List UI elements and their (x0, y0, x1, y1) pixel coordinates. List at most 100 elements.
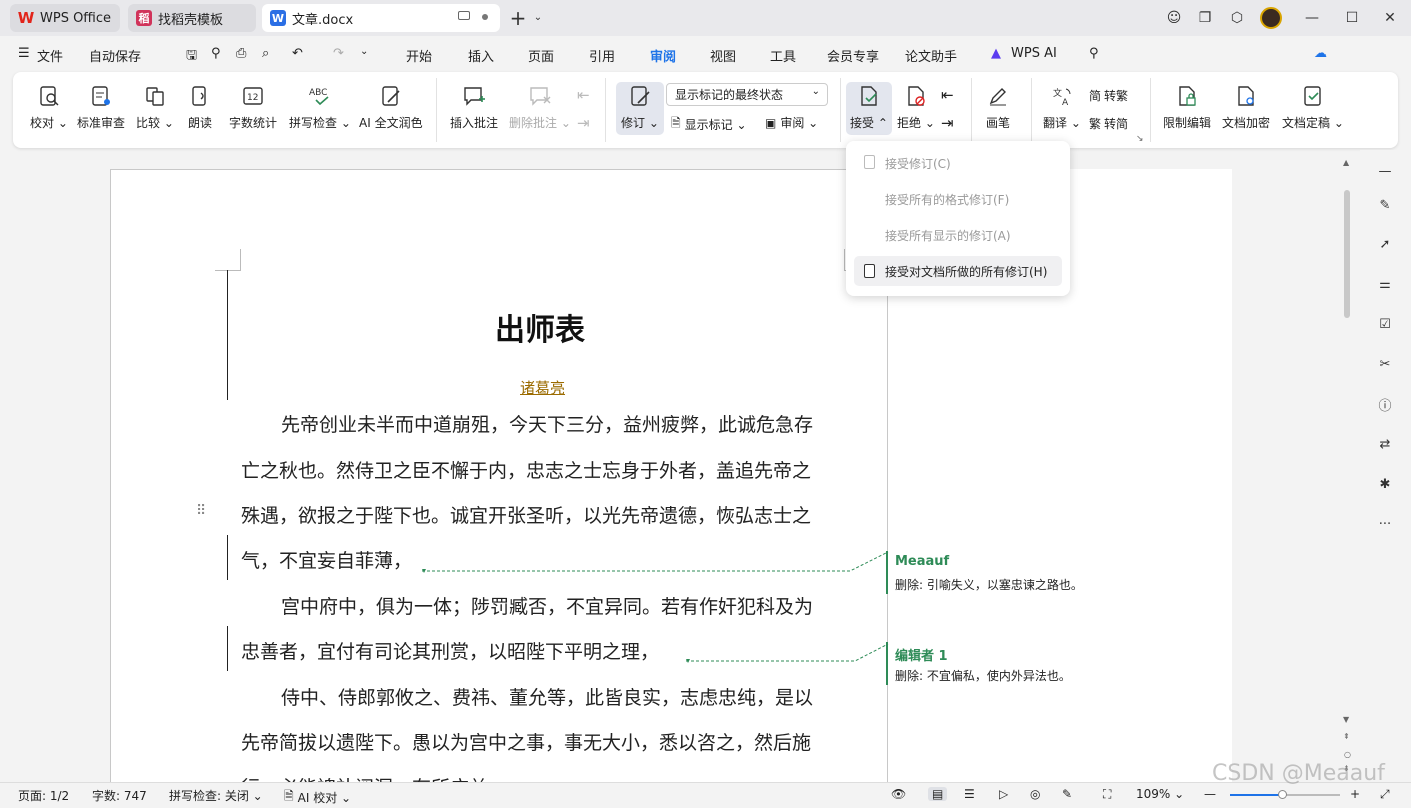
fullscreen-icon[interactable]: ⤢ (1380, 787, 1390, 802)
cloud-upload-icon[interactable]: ☁ (1314, 46, 1327, 61)
zoom-slider-thumb[interactable] (1278, 790, 1287, 799)
avatar[interactable] (1260, 7, 1282, 29)
close-icon[interactable]: ✕ (1380, 8, 1400, 28)
read-aloud-button[interactable]: 朗读 (188, 84, 212, 131)
next-comment-icon[interactable]: ⇥ (577, 114, 590, 132)
hamburger-icon[interactable]: ☰ (18, 46, 30, 61)
face-icon[interactable]: ☺ (1164, 8, 1184, 28)
zoom-in-icon[interactable]: + (1350, 787, 1360, 801)
prev-page-icon[interactable]: ⇞ (1343, 732, 1350, 741)
save-icon[interactable]: 🖫 (186, 46, 197, 68)
tab-document[interactable]: W 文章.docx (262, 4, 500, 32)
doc-check-icon[interactable]: ☑ (1374, 313, 1396, 335)
zoom-out-icon[interactable]: — (1204, 787, 1216, 801)
zoom-slider[interactable] (1230, 790, 1340, 799)
new-tab-icon[interactable]: + (508, 8, 528, 28)
outline-view-icon[interactable]: ☰ (964, 787, 975, 801)
undo-icon[interactable]: ↶ (292, 46, 303, 61)
tab-view[interactable]: 视图 (710, 46, 736, 65)
compare-button[interactable]: 比较 ⌄ (136, 84, 174, 131)
translate-icon[interactable]: ⇄ (1374, 433, 1396, 455)
scroll-down-icon[interactable]: ▼ (1343, 715, 1349, 724)
page-view-icon[interactable]: ▤ (928, 787, 948, 801)
tab-reference[interactable]: 引用 (589, 46, 615, 65)
accept-format-changes-item[interactable]: 接受所有的格式修订(F) (854, 184, 1062, 214)
scroll-up-icon[interactable]: ▲ (1343, 158, 1349, 167)
reject-button[interactable]: 拒绝 ⌄ (897, 84, 935, 131)
accept-shown-changes-item[interactable]: 接受所有显示的修订(A) (854, 220, 1062, 250)
chevron-down-icon[interactable]: ⌄ (360, 46, 368, 57)
tab-start[interactable]: 开始 (406, 46, 432, 65)
prev-change-icon[interactable]: ⇤ (941, 86, 954, 104)
expand-corner-icon[interactable]: ↘ (1136, 134, 1144, 144)
prev-comment-icon[interactable]: ⇤ (577, 86, 590, 104)
vertical-scrollbar[interactable]: ▲ ▼ ⇞ ○ ⇟ (1342, 158, 1353, 782)
tab-thesis[interactable]: 论文助手 (905, 46, 957, 65)
pointer-icon[interactable]: ➚ (1374, 233, 1396, 255)
search-icon[interactable]: ⚲ (1089, 46, 1099, 61)
word-count-indicator[interactable]: 字数: 747 (92, 787, 147, 804)
wps-ai-icon[interactable]: ▲ (991, 46, 1001, 61)
collapse-icon[interactable]: — (1374, 160, 1396, 182)
tab-wps-ai[interactable]: WPS AI (1011, 46, 1057, 61)
print-preview-icon[interactable]: ⌕ (262, 46, 269, 61)
comment-text[interactable]: 删除: 不宜偏私，使内外异法也。 (895, 667, 1071, 684)
accept-change-item[interactable]: 接受修订(C) (854, 148, 1062, 178)
word-count-button[interactable]: 12 字数统计 (229, 84, 277, 131)
chevron-down-icon[interactable]: ⌄ (528, 8, 548, 28)
tab-template[interactable]: 稻 找稻壳模板 (128, 4, 256, 32)
standard-review-button[interactable]: 标准审查 (77, 84, 125, 131)
more-icon[interactable]: ··· (1374, 513, 1396, 535)
redo-icon[interactable]: ↷ (333, 46, 344, 61)
show-markup-button[interactable]: 🗎 显示标记 ⌄ (671, 114, 747, 135)
restrict-edit-button[interactable]: 限制编辑 (1163, 84, 1211, 131)
accept-button[interactable]: 接受 ⌃ (846, 82, 892, 135)
scroll-thumb[interactable] (1344, 190, 1350, 318)
sliders-icon[interactable]: ⚌ (1374, 273, 1396, 295)
tab-tools[interactable]: 工具 (770, 46, 796, 65)
ai-polish-button[interactable]: AI 全文润色 (359, 84, 423, 131)
pen-button[interactable]: 画笔 (986, 84, 1010, 131)
drag-handle-icon[interactable]: ⠿ (196, 503, 206, 519)
to-traditional-button[interactable]: 简转繁 (1089, 87, 1128, 104)
insert-comment-button[interactable]: 插入批注 (450, 84, 498, 131)
tab-wps-office[interactable]: W WPS Office (10, 4, 120, 32)
write-mode-icon[interactable]: ✎ (1062, 787, 1072, 801)
print-icon[interactable]: ⎙ (236, 46, 246, 61)
track-changes-button[interactable]: 修订 ⌄ (616, 82, 664, 135)
play-icon[interactable]: ▷ (999, 787, 1008, 801)
review-pane-button[interactable]: ▣ 审阅 ⌄ (765, 114, 818, 131)
next-change-icon[interactable]: ⇥ (941, 114, 954, 132)
cube-icon[interactable]: ⬡ (1227, 8, 1247, 28)
encrypt-button[interactable]: 文档加密 (1222, 84, 1270, 131)
display-mode-select[interactable]: 显示标记的最终状态 ⌄ (666, 83, 828, 106)
help-icon[interactable]: ⓘ (1374, 393, 1396, 415)
maximize-icon[interactable]: ☐ (1342, 8, 1362, 28)
browse-object-icon[interactable]: ○ (1344, 750, 1351, 759)
window-restore-icon[interactable]: ❐ (1195, 8, 1215, 28)
spell-check-button[interactable]: ABC 拼写检查 ⌄ (289, 84, 351, 131)
plugin-icon[interactable]: ✱ (1374, 473, 1396, 495)
tools-icon[interactable]: ✂ (1374, 353, 1396, 375)
share-link-icon[interactable]: ⚲ (211, 46, 221, 61)
tab-insert[interactable]: 插入 (468, 46, 494, 65)
monitor-icon[interactable] (458, 11, 470, 20)
tab-page[interactable]: 页面 (528, 46, 554, 65)
finalize-button[interactable]: 文档定稿 ⌄ (1282, 84, 1344, 131)
delete-comment-button[interactable]: 删除批注 ⌄ (509, 84, 571, 131)
comment-text[interactable]: 删除: 引喻失义，以塞忠谏之路也。 (895, 576, 1083, 593)
translate-button[interactable]: 文A 翻译 ⌄ (1043, 84, 1081, 131)
web-view-icon[interactable]: ◎ (1030, 787, 1040, 801)
page-indicator[interactable]: 页面: 1/2 (18, 787, 69, 804)
tab-member[interactable]: 会员专享 (827, 46, 879, 65)
accept-all-changes-item[interactable]: 接受对文档所做的所有修订(H) (854, 256, 1062, 286)
tab-review[interactable]: 审阅 (650, 46, 676, 65)
edit-pen-icon[interactable]: ✎ (1374, 194, 1396, 216)
to-simplified-button[interactable]: 繁转简 (1089, 115, 1128, 132)
spell-check-status[interactable]: 拼写检查: 关闭 ⌄ (169, 787, 263, 804)
eye-icon[interactable]: 👁 (891, 787, 906, 801)
zoom-level[interactable]: 109% ⌄ (1136, 787, 1184, 801)
file-menu[interactable]: 文件 (37, 46, 63, 65)
fit-page-icon[interactable]: ⛶ (1103, 787, 1111, 802)
proof-button[interactable]: 校对 ⌄ (30, 84, 68, 131)
